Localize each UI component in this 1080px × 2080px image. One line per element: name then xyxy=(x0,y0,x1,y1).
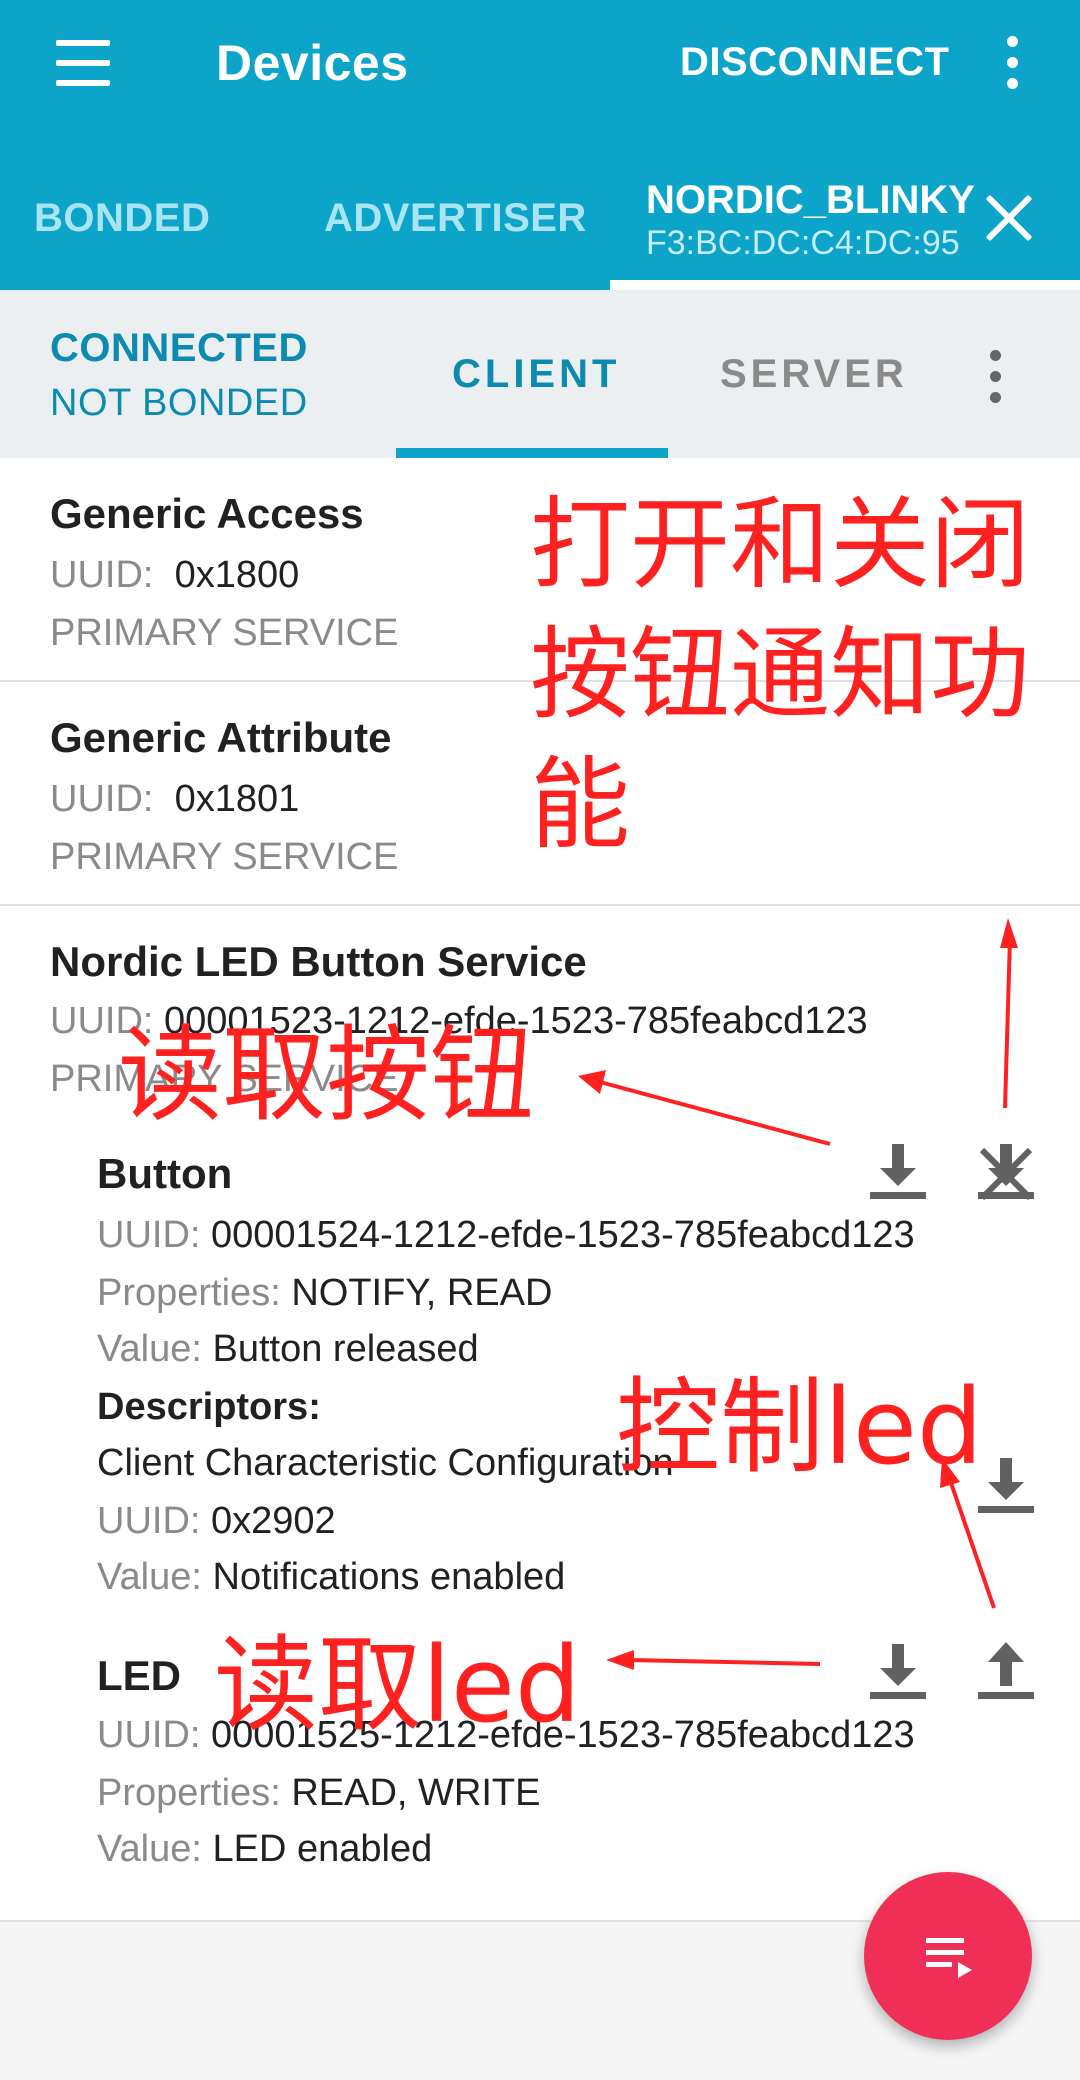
service-name: Generic Access xyxy=(50,490,364,537)
service-uuid: UUID: 0x1800 xyxy=(50,554,300,596)
tab-server[interactable]: SERVER xyxy=(720,352,908,397)
hamburger-menu-icon[interactable] xyxy=(52,40,116,86)
disconnect-button[interactable]: DISCONNECT xyxy=(680,40,949,85)
descriptor-name: Client Characteristic Configuration xyxy=(97,1442,674,1484)
tab-advertiser[interactable]: ADVERTISER xyxy=(324,196,587,241)
read-descriptor-icon[interactable] xyxy=(974,1454,1038,1518)
characteristic-name-button: Button xyxy=(97,1150,233,1197)
client-tab-indicator xyxy=(396,448,668,458)
annotation-notify-toggle: 打开和关闭 按钮通知功 能 xyxy=(530,486,1030,863)
service-type: PRIMARY SERVICE xyxy=(50,836,399,878)
tab-client[interactable]: CLIENT xyxy=(452,352,620,397)
tab-device[interactable]: NORDIC_BLINKY F3:BC:DC:C4:DC:95 xyxy=(612,178,1042,290)
connection-state: CONNECTED xyxy=(50,326,308,370)
annotation-control-led: 控制led xyxy=(616,1366,983,1488)
characteristic-name-led: LED xyxy=(97,1652,181,1699)
characteristic-value: Value: LED enabled xyxy=(97,1828,433,1870)
service-type: PRIMARY SERVICE xyxy=(50,612,399,654)
close-icon[interactable] xyxy=(982,190,1038,246)
more-vert-icon[interactable] xyxy=(1002,36,1026,90)
write-led-upload-icon[interactable] xyxy=(974,1640,1038,1704)
characteristic-value: Value: Button released xyxy=(97,1328,479,1370)
read-download-icon[interactable] xyxy=(866,1140,930,1204)
device-address: F3:BC:DC:C4:DC:95 xyxy=(646,224,960,262)
characteristic-uuid: UUID: 00001524-1212-efde-1523-785feabcd1… xyxy=(97,1214,915,1256)
tab-bonded[interactable]: BONDED xyxy=(34,196,210,241)
service-name: Nordic LED Button Service xyxy=(50,938,587,985)
service-name: Generic Attribute xyxy=(50,714,392,761)
characteristic-properties: Properties: READ, WRITE xyxy=(97,1772,541,1814)
descriptor-uuid: UUID: 0x2902 xyxy=(97,1500,336,1542)
playlist-play-icon[interactable] xyxy=(864,1872,1032,2040)
bond-state: NOT BONDED xyxy=(50,382,308,424)
characteristic-properties: Properties: NOTIFY, READ xyxy=(97,1272,553,1314)
notifications-toggle-icon[interactable] xyxy=(974,1140,1038,1204)
page-title: Devices xyxy=(216,35,409,91)
annotation-read-button: 读取按钮 xyxy=(118,1014,535,1136)
tab-indicator xyxy=(610,280,1080,290)
read-led-icon[interactable] xyxy=(866,1640,930,1704)
app-bar: Devices DISCONNECT BONDED ADVERTISER NOR… xyxy=(0,0,1080,290)
descriptors-heading: Descriptors: xyxy=(97,1386,321,1428)
descriptor-value: Value: Notifications enabled xyxy=(97,1556,566,1598)
device-name: NORDIC_BLINKY xyxy=(646,178,975,222)
connection-bar: CONNECTED NOT BONDED CLIENT SERVER xyxy=(0,290,1080,458)
more-vert-icon[interactable] xyxy=(985,350,1009,404)
service-uuid: UUID: 0x1801 xyxy=(50,778,300,820)
annotation-read-led: 读取led xyxy=(214,1624,581,1746)
